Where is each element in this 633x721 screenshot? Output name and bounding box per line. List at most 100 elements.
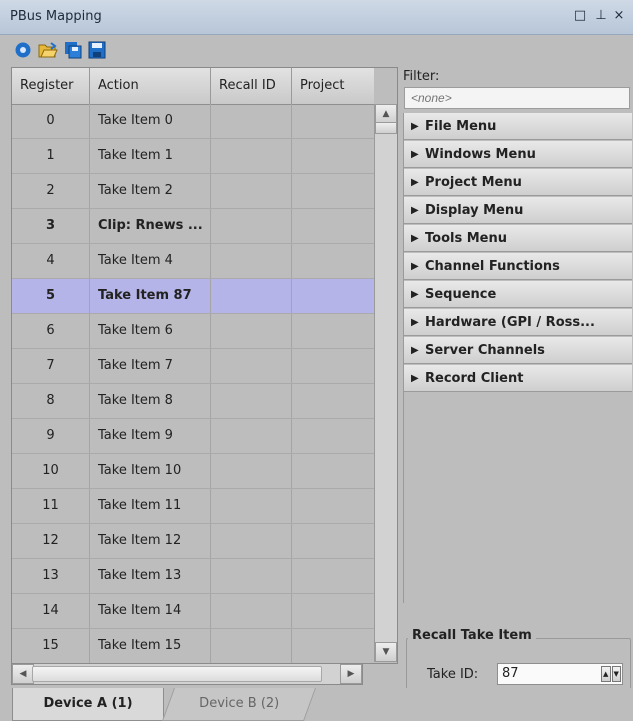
- table-row[interactable]: 8 Take Item 8: [12, 384, 374, 419]
- cell-register: 5: [12, 279, 90, 313]
- cell-register: 2: [12, 174, 90, 208]
- cell-register: 1: [12, 139, 90, 173]
- open-folder-icon[interactable]: [38, 41, 58, 59]
- cell-register: 0: [12, 104, 90, 138]
- category-item[interactable]: ▶ File Menu: [404, 113, 632, 140]
- table-row[interactable]: 3 Clip: Rnews ...: [12, 209, 374, 244]
- category-item[interactable]: ▶ Server Channels: [404, 337, 632, 364]
- table-row[interactable]: 5 Take Item 87: [12, 279, 374, 314]
- table-row[interactable]: 12 Take Item 12: [12, 524, 374, 559]
- cell-register: 13: [12, 559, 90, 593]
- horizontal-scrollbar[interactable]: ◀ ▶: [11, 663, 363, 685]
- category-item[interactable]: ▶ Record Client: [404, 365, 632, 392]
- save-copy-icon[interactable]: [64, 41, 82, 59]
- cell-recall-id: [211, 209, 292, 243]
- settings-gear-icon[interactable]: [14, 41, 32, 59]
- scroll-left-icon[interactable]: ◀: [12, 664, 34, 684]
- category-item[interactable]: ▶ Hardware (GPI / Ross...: [404, 309, 632, 336]
- cell-project: [292, 629, 374, 663]
- cell-action: Take Item 6: [90, 314, 211, 348]
- scroll-thumb[interactable]: [375, 122, 397, 134]
- cell-action: Take Item 12: [90, 524, 211, 558]
- register-grid: Register Action Recall ID Project 0 Take …: [11, 67, 398, 664]
- expand-arrow-icon[interactable]: ▶: [411, 281, 419, 308]
- category-label: Server Channels: [425, 343, 545, 358]
- cell-project: [292, 384, 374, 418]
- column-header-register[interactable]: Register: [12, 68, 90, 104]
- save-icon[interactable]: [88, 41, 106, 59]
- table-row[interactable]: 0 Take Item 0: [12, 104, 374, 139]
- cell-register: 10: [12, 454, 90, 488]
- table-row[interactable]: 11 Take Item 11: [12, 489, 374, 524]
- category-item[interactable]: ▶ Display Menu: [404, 197, 632, 224]
- maximize-icon[interactable]: □: [572, 8, 588, 24]
- table-row[interactable]: 1 Take Item 1: [12, 139, 374, 174]
- expand-arrow-icon[interactable]: ▶: [411, 253, 419, 280]
- expand-arrow-icon[interactable]: ▶: [411, 113, 419, 140]
- cell-action: Take Item 11: [90, 489, 211, 523]
- table-row[interactable]: 4 Take Item 4: [12, 244, 374, 279]
- expand-arrow-icon[interactable]: ▶: [411, 309, 419, 336]
- cell-action: Take Item 7: [90, 349, 211, 383]
- cell-register: 15: [12, 629, 90, 663]
- category-label: Sequence: [425, 287, 497, 302]
- table-row[interactable]: 7 Take Item 7: [12, 349, 374, 384]
- cell-action: Take Item 87: [90, 279, 211, 313]
- scroll-right-icon[interactable]: ▶: [340, 664, 362, 684]
- cell-project: [292, 104, 374, 138]
- expand-arrow-icon[interactable]: ▶: [411, 337, 419, 364]
- table-row[interactable]: 15 Take Item 15: [12, 629, 374, 663]
- close-icon[interactable]: ×: [611, 8, 627, 24]
- vertical-scrollbar[interactable]: ▲ ▼: [374, 104, 397, 662]
- cell-register: 6: [12, 314, 90, 348]
- category-item[interactable]: ▶ Channel Functions: [404, 253, 632, 280]
- column-header-recall-id[interactable]: Recall ID: [211, 68, 292, 104]
- column-header-action[interactable]: Action: [90, 68, 211, 104]
- pin-icon[interactable]: ⊥: [593, 8, 609, 24]
- stepper-down-icon[interactable]: ▼: [611, 666, 621, 682]
- table-row[interactable]: 2 Take Item 2: [12, 174, 374, 209]
- category-item[interactable]: ▶ Sequence: [404, 281, 632, 308]
- expand-arrow-icon[interactable]: ▶: [411, 197, 419, 224]
- category-item[interactable]: ▶ Tools Menu: [404, 225, 632, 252]
- tab-device-b[interactable]: Device B (2): [161, 688, 317, 721]
- category-item[interactable]: ▶ Windows Menu: [404, 141, 632, 168]
- cell-recall-id: [211, 279, 292, 313]
- cell-recall-id: [211, 454, 292, 488]
- cell-project: [292, 314, 374, 348]
- category-label: Display Menu: [425, 203, 524, 218]
- recall-take-item-title: Recall Take Item: [408, 628, 536, 643]
- table-row[interactable]: 6 Take Item 6: [12, 314, 374, 349]
- scroll-down-icon[interactable]: ▼: [375, 642, 397, 662]
- take-id-stepper[interactable]: ▲ ▼: [601, 666, 621, 682]
- table-row[interactable]: 10 Take Item 10: [12, 454, 374, 489]
- category-item[interactable]: ▶ Project Menu: [404, 169, 632, 196]
- cell-action: Take Item 1: [90, 139, 211, 173]
- cell-action: Take Item 8: [90, 384, 211, 418]
- table-row[interactable]: 13 Take Item 13: [12, 559, 374, 594]
- cell-project: [292, 174, 374, 208]
- scroll-up-icon[interactable]: ▲: [375, 104, 397, 124]
- pbus-mapping-window: PBus Mapping □ ⊥ × Register Action Recal…: [0, 0, 633, 721]
- cell-action: Take Item 10: [90, 454, 211, 488]
- filter-input[interactable]: [404, 87, 630, 109]
- category-label: File Menu: [425, 119, 497, 134]
- expand-arrow-icon[interactable]: ▶: [411, 169, 419, 196]
- cell-action: Take Item 0: [90, 104, 211, 138]
- stepper-up-icon[interactable]: ▲: [601, 666, 611, 682]
- horizontal-scroll-thumb[interactable]: [32, 666, 322, 682]
- tab-device-a[interactable]: Device A (1): [12, 688, 164, 721]
- cell-action: Take Item 4: [90, 244, 211, 278]
- window-title: PBus Mapping: [10, 9, 102, 24]
- cell-project: [292, 279, 374, 313]
- cell-project: [292, 594, 374, 628]
- category-label: Windows Menu: [425, 147, 536, 162]
- expand-arrow-icon[interactable]: ▶: [411, 141, 419, 168]
- table-row[interactable]: 9 Take Item 9: [12, 419, 374, 454]
- cell-register: 11: [12, 489, 90, 523]
- column-header-project[interactable]: Project: [292, 68, 374, 104]
- table-row[interactable]: 14 Take Item 14: [12, 594, 374, 629]
- category-label: Project Menu: [425, 175, 522, 190]
- expand-arrow-icon[interactable]: ▶: [411, 225, 419, 252]
- expand-arrow-icon[interactable]: ▶: [411, 365, 419, 392]
